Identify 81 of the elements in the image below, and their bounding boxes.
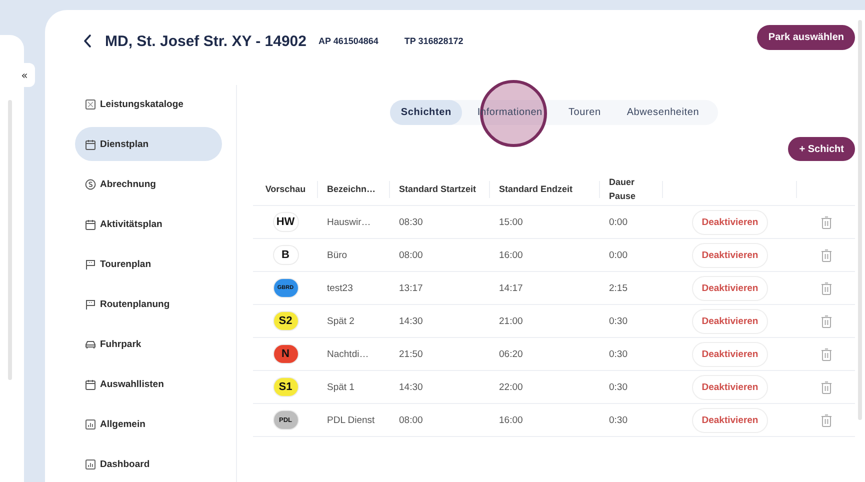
sidebar-item[interactable]: Tourenplan	[75, 247, 222, 281]
shift-badge: HW	[274, 213, 298, 231]
trash-icon[interactable]	[820, 348, 832, 360]
shift-badge: B	[274, 246, 298, 264]
sidebar-item[interactable]: Abrechnung	[75, 167, 222, 201]
deactivate-button[interactable]: Deaktivieren	[692, 308, 768, 334]
trash-icon[interactable]	[820, 282, 832, 294]
trash-icon[interactable]	[820, 248, 832, 262]
table-cell: 0:00	[600, 238, 663, 272]
chart-icon	[85, 418, 96, 430]
table-cell: Hauswir…	[318, 206, 390, 238]
shift-badge: N	[274, 345, 298, 363]
table-cell: 08:00	[390, 404, 490, 436]
tab[interactable]: Schichten	[390, 100, 462, 125]
table-cell: 14:17	[490, 272, 600, 304]
table-cell: 0:30	[600, 404, 663, 436]
calendar-icon	[85, 138, 96, 150]
sidebar-item[interactable]: Dienstplan	[75, 127, 222, 161]
table-cell: 08:30	[390, 206, 490, 238]
deactivate-button[interactable]: Deaktivieren	[692, 242, 768, 268]
deactivate-button[interactable]: Deaktivieren	[692, 210, 768, 234]
sidebar-item[interactable]: Fuhrpark	[75, 327, 222, 361]
table-cell: Spät 2	[318, 304, 390, 338]
sidebar-item[interactable]: Dashboard	[75, 447, 222, 481]
shift-badge: S1	[274, 378, 298, 396]
column-header: Bezeichn…	[318, 173, 390, 206]
table-cell: 06:20	[490, 338, 600, 370]
sidebar-item[interactable]: Routenplanung	[75, 287, 222, 321]
deactivate-button[interactable]: Deaktivieren	[692, 408, 768, 432]
back-icon	[83, 34, 93, 48]
sidebar-item[interactable]: Aktivitätsplan	[75, 207, 222, 241]
select-park-button[interactable]: Park auswählen	[757, 25, 855, 50]
car-icon	[85, 338, 96, 350]
sidebar-item[interactable]: Allgemein	[75, 407, 222, 441]
flag-icon	[85, 298, 96, 310]
table-cell: 0:00	[600, 206, 663, 238]
tp-number: TP 316828172	[404, 36, 464, 46]
grid-icon	[85, 98, 96, 110]
table-cell: 0:30	[600, 304, 663, 338]
table-cell: PDL Dienst	[318, 404, 390, 436]
table-cell: 16:00	[490, 404, 600, 436]
trash-icon[interactable]	[820, 380, 832, 394]
column-header: Dauer Pause	[600, 173, 663, 206]
table-cell: test23	[318, 272, 390, 304]
ap-number: AP 461504864	[318, 36, 378, 46]
table-cell: 14:30	[390, 304, 490, 338]
table-cell: 0:30	[600, 370, 663, 404]
tab[interactable]: Abwesenheiten	[616, 100, 710, 125]
deactivate-button[interactable]: Deaktivieren	[692, 276, 768, 300]
table-cell: Nachtdi…	[318, 338, 390, 370]
table-cell: 08:00	[390, 238, 490, 272]
sidebar-item[interactable]: Auswahllisten	[75, 367, 222, 401]
column-header: Standard Endzeit	[490, 173, 600, 206]
table-cell: Spät 1	[318, 370, 390, 404]
coin-icon	[85, 178, 96, 190]
table-cell: 13:17	[390, 272, 490, 304]
flag-icon	[85, 258, 96, 270]
table-cell: 21:50	[390, 338, 490, 370]
column-header: Vorschau	[253, 173, 318, 206]
tab[interactable]: Touren	[557, 100, 612, 125]
calendar-icon	[85, 378, 96, 390]
chart-icon	[85, 458, 96, 470]
table-cell: 15:00	[490, 206, 600, 238]
table-cell: 21:00	[490, 304, 600, 338]
trash-icon[interactable]	[820, 314, 832, 328]
table-cell: 2:15	[600, 272, 663, 304]
page-title: MD, St. Josef Str. XY - 14902	[105, 32, 306, 50]
trash-icon[interactable]	[820, 216, 832, 228]
deactivate-button[interactable]: Deaktivieren	[692, 342, 768, 366]
table-cell: Büro	[318, 238, 390, 272]
sidebar-item[interactable]: Leistungskataloge	[75, 87, 222, 121]
calendar-icon	[85, 218, 96, 230]
deactivate-button[interactable]: Deaktivieren	[692, 374, 768, 400]
table-cell: 16:00	[490, 238, 600, 272]
table-cell: 22:00	[490, 370, 600, 404]
column-header: Standard Startzeit	[390, 173, 490, 206]
trash-icon[interactable]	[820, 414, 832, 426]
table-cell: 0:30	[600, 338, 663, 370]
table-cell: 14:30	[390, 370, 490, 404]
shift-badge: S2	[274, 312, 298, 330]
add-shift-button[interactable]: + Schicht	[788, 137, 855, 161]
